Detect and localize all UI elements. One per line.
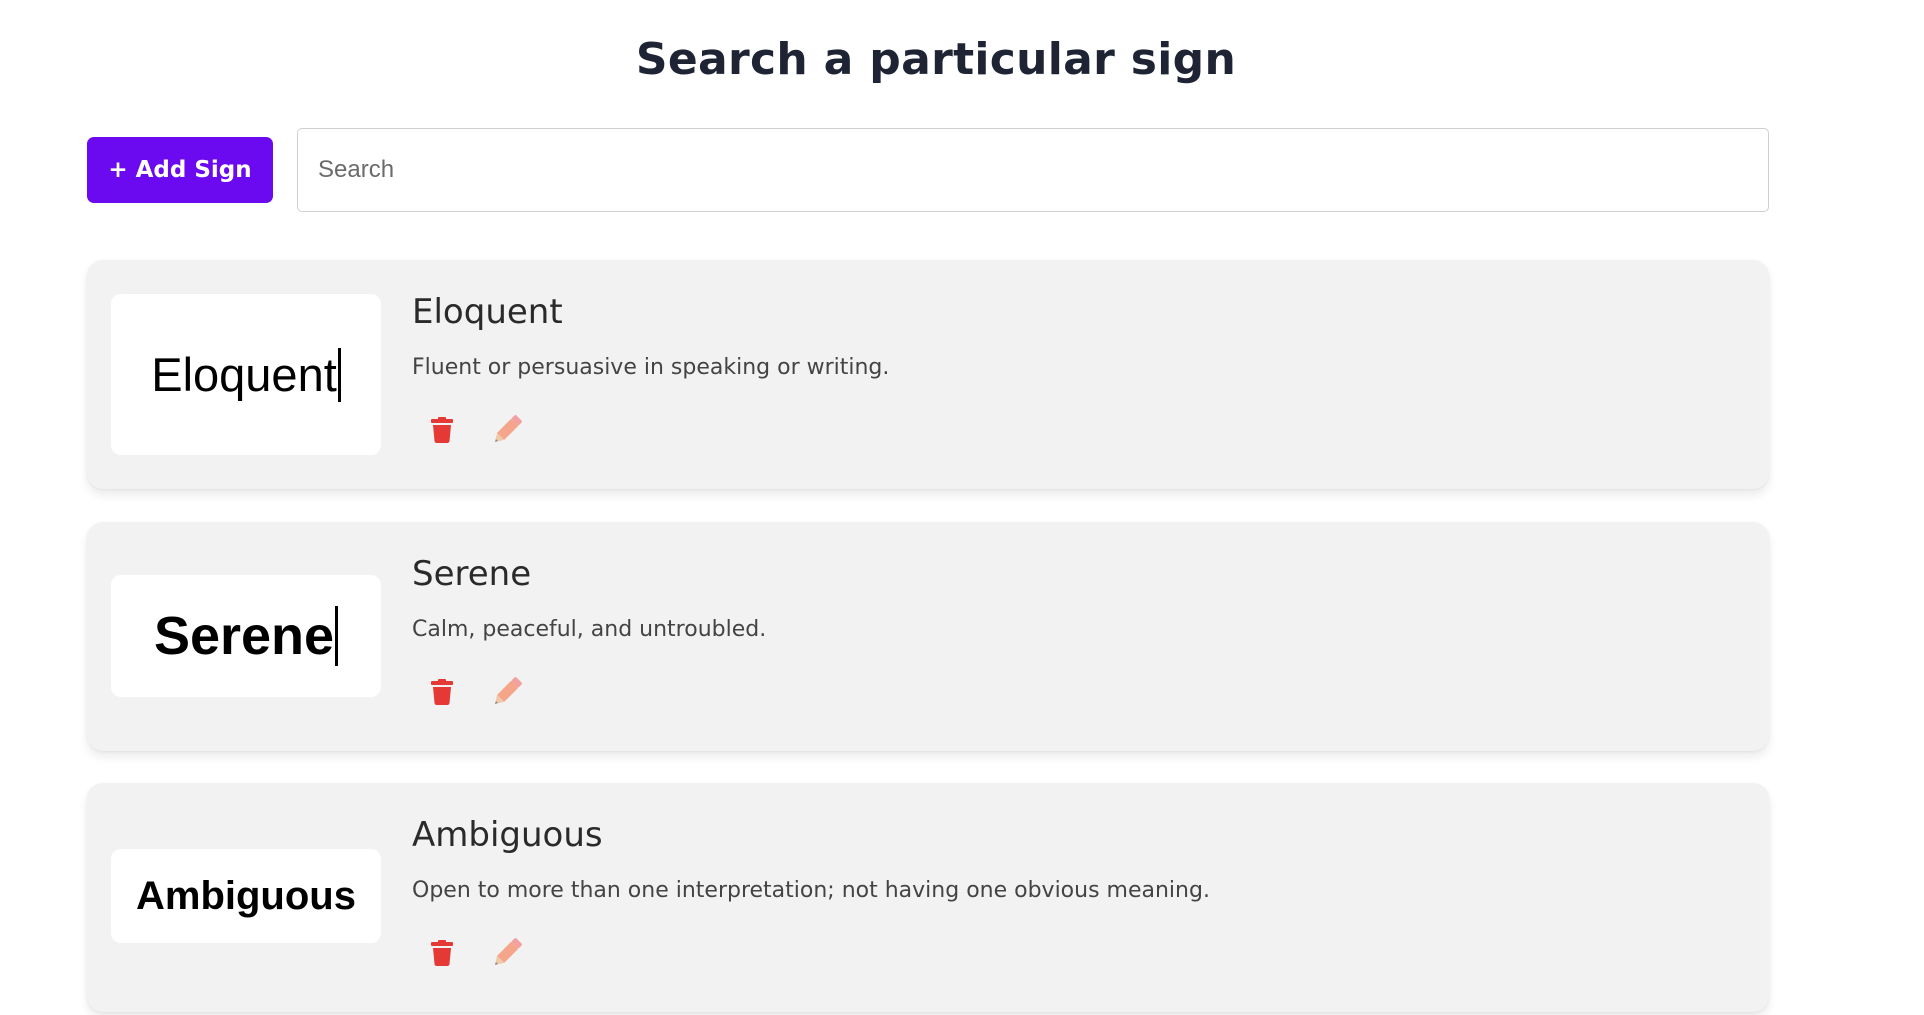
edit-button[interactable]: [487, 408, 527, 452]
trash-icon: [431, 679, 453, 705]
edit-button[interactable]: [487, 670, 527, 714]
sign-preview-text: Ambiguous: [136, 873, 356, 918]
pencil-icon: [494, 938, 522, 966]
text-cursor-icon: [337, 347, 341, 402]
sign-card: Serene Serene Calm, peaceful, and untrou…: [87, 522, 1769, 751]
sign-card: Ambiguous Ambiguous Open to more than on…: [87, 783, 1769, 1012]
search-input[interactable]: [297, 128, 1769, 212]
sign-preview-image: Eloquent: [111, 294, 381, 455]
sign-card: Eloquent Eloquent Fluent or persuasive i…: [87, 260, 1769, 489]
sign-preview-text: Eloquent: [151, 348, 337, 401]
edit-button[interactable]: [487, 931, 527, 975]
sign-description: Calm, peaceful, and untroubled.: [412, 617, 767, 642]
text-cursor-icon: [335, 606, 339, 666]
sign-title: Eloquent: [412, 292, 563, 332]
delete-button[interactable]: [422, 670, 462, 714]
pencil-icon: [494, 415, 522, 443]
sign-title: Serene: [412, 554, 532, 594]
page: Search a particular sign + Add Sign Eloq…: [0, 0, 1924, 1015]
sign-title: Ambiguous: [412, 815, 603, 855]
sign-preview-image: Serene: [111, 575, 381, 697]
trash-icon: [431, 417, 453, 443]
delete-button[interactable]: [422, 931, 462, 975]
sign-preview-image: Ambiguous: [111, 849, 381, 943]
sign-description: Fluent or persuasive in speaking or writ…: [412, 355, 890, 380]
sign-preview-text: Serene: [153, 606, 335, 666]
add-sign-button[interactable]: + Add Sign: [87, 137, 273, 203]
page-title: Search a particular sign: [635, 34, 1237, 85]
delete-button[interactable]: [422, 408, 462, 452]
trash-icon: [431, 940, 453, 966]
pencil-icon: [494, 677, 522, 705]
sign-description: Open to more than one interpretation; no…: [412, 878, 1210, 903]
